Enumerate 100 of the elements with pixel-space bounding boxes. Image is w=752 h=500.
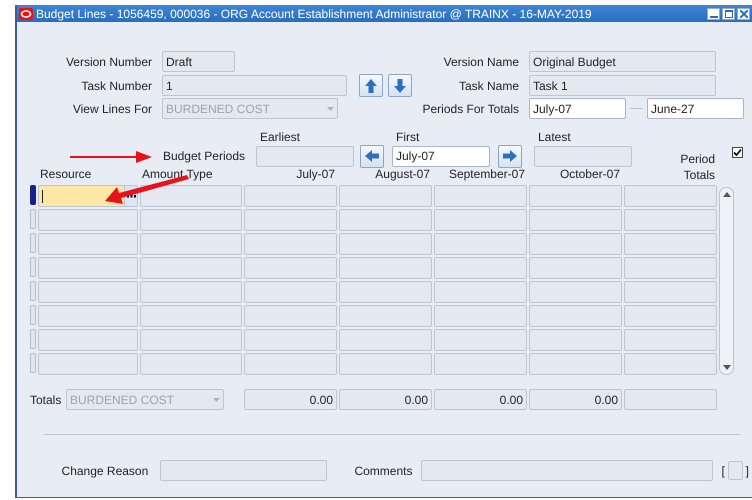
resource-cell[interactable] bbox=[38, 329, 138, 351]
table-cell[interactable] bbox=[434, 209, 527, 231]
maximize-button[interactable] bbox=[722, 8, 735, 20]
table-cell[interactable] bbox=[529, 305, 622, 327]
total-value-field[interactable]: 0.00 bbox=[529, 389, 622, 410]
minimize-button[interactable] bbox=[707, 8, 720, 20]
table-cell[interactable] bbox=[244, 281, 337, 303]
table-cell[interactable] bbox=[140, 233, 242, 255]
table-cell[interactable] bbox=[244, 305, 337, 327]
table-cell[interactable] bbox=[244, 329, 337, 351]
maximize-icon bbox=[724, 10, 732, 18]
table-cell[interactable] bbox=[140, 281, 242, 303]
table-cell[interactable] bbox=[140, 353, 242, 375]
latest-period-field[interactable] bbox=[534, 146, 632, 166]
scroll-down-icon[interactable] bbox=[722, 365, 730, 370]
resource-cell[interactable] bbox=[38, 233, 138, 255]
table-cell[interactable] bbox=[434, 305, 527, 327]
dropdown-caret-icon bbox=[213, 398, 220, 402]
total-value-field[interactable]: 0.00 bbox=[339, 389, 432, 410]
field-label: Totals bbox=[30, 392, 62, 406]
table-cell[interactable] bbox=[244, 209, 337, 231]
vertical-scrollbar[interactable] bbox=[719, 187, 734, 375]
table-cell[interactable] bbox=[140, 329, 242, 351]
resource-cell[interactable] bbox=[38, 209, 138, 231]
table-cell[interactable] bbox=[244, 353, 337, 375]
previous-period-button[interactable] bbox=[360, 144, 384, 168]
task-number-field[interactable]: 1 bbox=[162, 75, 347, 96]
table-cell[interactable] bbox=[339, 209, 432, 231]
table-cell[interactable] bbox=[140, 185, 242, 207]
task-name-field[interactable]: Task 1 bbox=[529, 75, 716, 96]
table-cell[interactable] bbox=[434, 257, 527, 279]
close-button[interactable] bbox=[737, 8, 750, 20]
table-cell[interactable] bbox=[244, 257, 337, 279]
previous-task-button[interactable] bbox=[359, 74, 383, 97]
change-reason-field[interactable] bbox=[160, 460, 328, 481]
table-cell[interactable] bbox=[434, 185, 527, 207]
next-task-button[interactable] bbox=[388, 74, 412, 97]
resource-cell[interactable] bbox=[38, 257, 138, 279]
attachment-field[interactable] bbox=[728, 461, 743, 480]
table-cell[interactable] bbox=[339, 329, 432, 351]
next-period-button[interactable] bbox=[498, 144, 522, 168]
table-cell[interactable] bbox=[339, 281, 432, 303]
table-cell[interactable] bbox=[529, 233, 622, 255]
bracket: ] bbox=[746, 464, 749, 478]
table-cell[interactable] bbox=[529, 353, 622, 375]
field-label: Periods For Totals bbox=[422, 102, 519, 116]
table-cell[interactable] bbox=[339, 305, 432, 327]
table-cell[interactable] bbox=[339, 257, 432, 279]
earliest-period-field[interactable] bbox=[256, 146, 354, 166]
total-value-field[interactable]: 0.00 bbox=[244, 389, 337, 410]
table-cell[interactable] bbox=[434, 353, 527, 375]
table-cell[interactable] bbox=[434, 281, 527, 303]
table-cell[interactable] bbox=[529, 185, 622, 207]
table-cell[interactable] bbox=[244, 233, 337, 255]
table-cell[interactable] bbox=[624, 329, 717, 351]
field-label: Task Name bbox=[458, 78, 519, 92]
table-cell[interactable] bbox=[244, 185, 337, 207]
table-cell[interactable] bbox=[624, 209, 717, 231]
version-number-field[interactable]: Draft bbox=[162, 51, 235, 72]
field-label: Change Reason bbox=[60, 464, 148, 478]
column-header: Amount Type bbox=[141, 167, 214, 183]
resource-cell[interactable] bbox=[38, 305, 138, 327]
table-cell[interactable] bbox=[624, 353, 717, 375]
table-cell[interactable] bbox=[529, 281, 622, 303]
table-cell[interactable] bbox=[529, 209, 622, 231]
table-cell[interactable] bbox=[529, 329, 622, 351]
period-totals-field[interactable] bbox=[624, 389, 717, 410]
resource-cell[interactable] bbox=[38, 281, 138, 303]
period-from-field[interactable]: July-07 bbox=[529, 98, 626, 119]
table-cell[interactable] bbox=[624, 233, 717, 255]
table-cell[interactable] bbox=[339, 353, 432, 375]
table-cell[interactable] bbox=[140, 257, 242, 279]
row-indicator[interactable] bbox=[30, 185, 36, 205]
field-label: Comments bbox=[353, 464, 412, 478]
resource-cell[interactable] bbox=[38, 353, 138, 375]
column-header: Resource bbox=[39, 167, 92, 183]
table-cell[interactable] bbox=[434, 329, 527, 351]
checkbox[interactable] bbox=[732, 147, 743, 158]
table-cell[interactable] bbox=[339, 233, 432, 255]
total-value-field[interactable]: 0.00 bbox=[434, 389, 527, 410]
column-header: July-07 bbox=[295, 167, 336, 183]
column-header: Period Totals bbox=[679, 151, 716, 183]
column-header: October-07 bbox=[558, 167, 621, 183]
table-cell[interactable] bbox=[529, 257, 622, 279]
column-label: Earliest bbox=[259, 130, 302, 144]
table-cell[interactable] bbox=[434, 233, 527, 255]
table-cell[interactable] bbox=[624, 185, 717, 207]
table-cell[interactable] bbox=[624, 257, 717, 279]
table-cell[interactable] bbox=[624, 305, 717, 327]
version-name-field[interactable]: Original Budget bbox=[529, 51, 716, 72]
table-cell[interactable] bbox=[624, 281, 717, 303]
table-cell[interactable] bbox=[140, 209, 242, 231]
dropdown-caret-icon bbox=[327, 106, 334, 110]
table-cell[interactable] bbox=[339, 185, 432, 207]
first-period-field[interactable]: July-07 bbox=[392, 146, 490, 166]
comments-field[interactable] bbox=[421, 460, 714, 481]
period-to-field[interactable]: June-27 bbox=[647, 98, 744, 119]
field-label: Version Number bbox=[64, 54, 152, 68]
table-cell[interactable] bbox=[140, 305, 242, 327]
scroll-up-icon[interactable] bbox=[722, 192, 730, 197]
